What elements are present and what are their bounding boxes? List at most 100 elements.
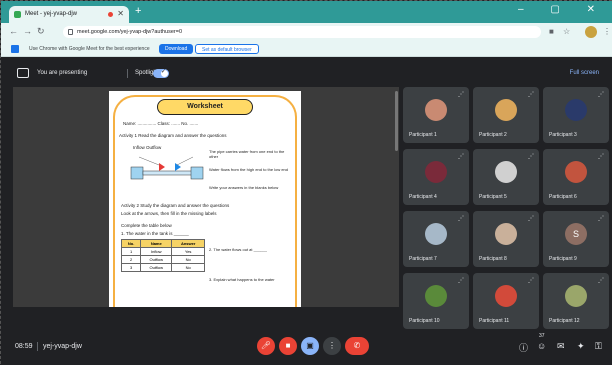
participant-tile[interactable]: ⋰ Participant 10 (403, 273, 469, 329)
mic-muted-icon: ⋰ (598, 92, 604, 98)
lock-icon[interactable]: ⚿ (595, 341, 602, 352)
meeting-controls-bar: 08:59 yej-yvap-djw 🎤︎ ■ ▣ ⋮ ✆ ⓘ 37 ☺ ✉ ✦… (1, 329, 612, 365)
participant-avatar (425, 99, 447, 121)
mic-muted-icon: ⋰ (458, 278, 464, 284)
participant-name: Participant 2 (479, 132, 507, 138)
presenting-label: You are presenting (37, 70, 88, 76)
scrollbar[interactable] (395, 91, 398, 151)
doc-line: 1. The water in the tank is ______ (121, 231, 189, 236)
end-call-button[interactable]: ✆ (345, 337, 369, 355)
worksheet-title: Worksheet (157, 99, 253, 115)
table-cell: Outflow (140, 263, 173, 272)
mic-muted-icon: ⋰ (528, 154, 534, 160)
info-icon[interactable]: ⓘ (519, 341, 528, 354)
participant-tile[interactable]: ⋰ Participant 12 (543, 273, 609, 329)
participant-avatar (565, 99, 587, 121)
check-icon: ✓ (161, 69, 167, 75)
lock-icon (68, 29, 73, 35)
participant-avatar (425, 223, 447, 245)
doc-line: Inflow Outflow (133, 145, 162, 150)
mic-muted-icon: ⋰ (458, 154, 464, 160)
meet-favicon-icon (14, 11, 21, 18)
divider (127, 69, 128, 78)
participant-avatar (495, 161, 517, 183)
fullscreen-link[interactable]: Full screen (570, 70, 599, 76)
activities-icon[interactable]: ✦ (577, 341, 585, 352)
table-cell: Outflow (140, 255, 173, 264)
forward-icon[interactable]: → (23, 26, 32, 36)
doc-line: Activity 2 Study the diagram and answer … (121, 203, 230, 208)
table-cell: Inflow (140, 247, 173, 256)
table-header: No. (120, 239, 142, 248)
participant-avatar (565, 285, 587, 307)
divider (37, 342, 38, 351)
browser-tab[interactable]: Meet - yej-yvap-djw ✕ (9, 6, 129, 23)
people-icon[interactable]: ☺ (537, 341, 546, 351)
address-bar[interactable]: meet.google.com/yej-yvap-djw?authuser=0 (63, 26, 541, 38)
present-screen-icon (17, 68, 29, 78)
table-header: Answer (171, 239, 205, 248)
profile-avatar[interactable] (585, 26, 597, 38)
participant-name: Participant 3 (549, 132, 577, 138)
set-default-button[interactable]: Set as default browser (195, 44, 259, 54)
mic-muted-icon: ⋰ (598, 278, 604, 284)
table-cell: 2 (120, 255, 142, 264)
participant-name: Participant 12 (549, 318, 580, 324)
page-border (113, 95, 297, 307)
participant-name: Participant 6 (549, 194, 577, 200)
doc-line: Look at the arrows, then fill in the mis… (121, 211, 217, 216)
participant-tile[interactable]: ⋰ Participant 8 (473, 211, 539, 267)
participant-name: Participant 5 (479, 194, 507, 200)
back-icon[interactable]: ← (9, 26, 18, 36)
participant-tile[interactable]: ⋰ Participant 11 (473, 273, 539, 329)
doc-line: Water flows from the high end to the low… (209, 167, 289, 172)
new-tab-icon[interactable]: + (135, 5, 141, 17)
participant-name: Participant 7 (409, 256, 437, 262)
participant-tile[interactable]: ⋰ Participant 2 (473, 87, 539, 143)
camera-permission-icon[interactable]: ■ (549, 27, 554, 36)
meeting-code: yej-yvap-djw (43, 343, 82, 350)
participant-tile[interactable]: ⋰ Participant 7 (403, 211, 469, 267)
participant-avatar (495, 99, 517, 121)
participant-avatar: S (565, 223, 587, 245)
presentation-view[interactable]: Worksheet Name: ............... Class: .… (13, 87, 399, 307)
mic-muted-icon: ⋰ (458, 216, 464, 222)
recording-icon (108, 12, 113, 17)
tab-close-icon[interactable]: ✕ (117, 9, 124, 18)
table-cell: 3 (120, 263, 142, 272)
participant-tile[interactable]: ⋰ Participant 1 (403, 87, 469, 143)
present-button[interactable]: ▣ (301, 337, 319, 355)
participant-tile[interactable]: ⋰ Participant 6 (543, 149, 609, 205)
doc-line: Write your answers in the blanks below (209, 185, 279, 190)
bookmark-star-icon[interactable]: ☆ (563, 27, 570, 36)
camera-off-button[interactable]: ■ (279, 337, 297, 355)
participant-name: Participant 1 (409, 132, 437, 138)
window-controls[interactable]: ‒ ▢ ✕ (518, 4, 607, 15)
meeting-time: 08:59 (15, 343, 33, 350)
participant-tile[interactable]: ⋰ Participant 3 (543, 87, 609, 143)
mic-muted-icon: ⋰ (598, 216, 604, 222)
table-cell: No (171, 255, 205, 264)
doc-line: Complete the table below (121, 223, 172, 228)
table-row: 3 Outflow No (120, 263, 205, 272)
participant-tile[interactable]: S ⋰ Participant 9 (543, 211, 609, 267)
participant-avatar (425, 285, 447, 307)
browser-toolbar: ← → ↻ meet.google.com/yej-yvap-djw?authu… (1, 23, 612, 41)
chat-icon[interactable]: ✉ (557, 341, 565, 352)
menu-icon[interactable]: ⋮ (603, 27, 611, 36)
table-cell: Yes (171, 247, 205, 256)
participant-count-badge: 37 (539, 333, 545, 339)
worksheet-table: No. Name Answer 1 Inflow Yes 2 Outflow N… (120, 239, 205, 272)
mic-muted-icon: ⋰ (528, 92, 534, 98)
reload-icon[interactable]: ↻ (37, 26, 45, 37)
mic-muted-icon: ⋰ (528, 216, 534, 222)
mic-muted-icon: ⋰ (598, 154, 604, 160)
info-icon (11, 45, 19, 53)
participant-tile[interactable]: ⋰ Participant 4 (403, 149, 469, 205)
more-options-button[interactable]: ⋮ (323, 337, 341, 355)
mic-off-button[interactable]: 🎤︎ (257, 337, 275, 355)
worksheet-page: Worksheet Name: ............... Class: .… (109, 91, 301, 307)
download-button[interactable]: Download (159, 44, 194, 54)
participant-tile[interactable]: ⋰ Participant 5 (473, 149, 539, 205)
info-text: Use Chrome with Google Meet for the best… (29, 46, 150, 52)
